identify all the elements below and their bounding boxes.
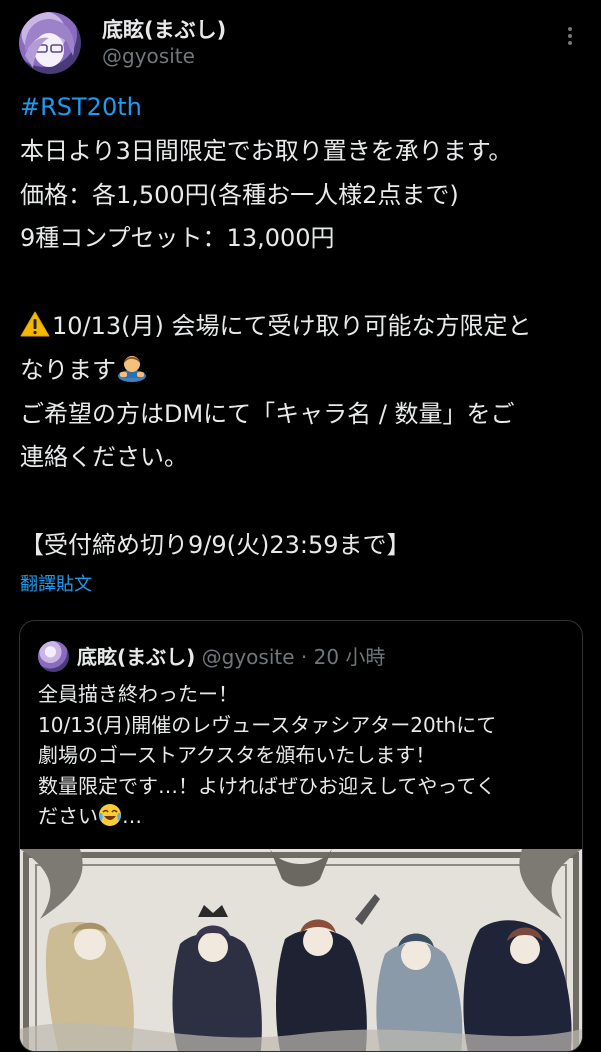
quoted-author-meta: @gyosite · 20 小時: [201, 645, 386, 669]
quoted-author-name[interactable]: 底眩(まぶし): [77, 645, 195, 669]
quoted-post-image[interactable]: [20, 849, 582, 1051]
quoted-line: 数量限定です…！よければぜひお迎えしてやってく: [38, 773, 496, 798]
quoted-post-text: 全員描き終わったー！ 10/13(月)開催のレヴュースタァシアター20thにて …: [38, 679, 568, 832]
post-line-text: 10/13(月) 会場にて受け取り可能な方限定と: [52, 311, 532, 340]
quoted-post[interactable]: 底眩(まぶし) @gyosite · 20 小時 全員描き終わったー！ 10/1…: [19, 620, 583, 1052]
post-text: #RST20th 本日より3日間限定でお取り置きを承ります。 価格：各1,500…: [20, 86, 590, 568]
post-line-warning: 10/13(月) 会場にて受け取り可能な方限定と: [20, 305, 590, 349]
quoted-line-text: …: [122, 804, 142, 828]
author-name[interactable]: 底眩(まぶし): [102, 14, 226, 44]
translate-post-link[interactable]: 翻譯貼文: [20, 570, 92, 596]
post-header: 底眩(まぶし) @gyosite: [0, 0, 601, 90]
post-line: 本日より3日間限定でお取り置きを承ります。: [20, 136, 513, 165]
post-line: ご希望の方はDMにて「キャラ名 / 数量」をご: [20, 399, 515, 428]
quoted-line: 劇場のゴーストアクスタを頒布いたします！: [38, 743, 436, 767]
tears-of-joy-emoji: [98, 803, 122, 836]
quoted-post-header: 底眩(まぶし) @gyosite · 20 小時: [77, 641, 385, 670]
author-handle[interactable]: @gyosite: [102, 44, 195, 68]
post-line: 連絡ください。: [20, 443, 188, 472]
quoted-line-emoji: ださい …: [38, 801, 568, 832]
hashtag-link[interactable]: #RST20th: [20, 93, 142, 121]
post-line: [20, 261, 590, 305]
post-line: 【受付締め切り9/9(火)23:59まで】: [20, 530, 411, 559]
post-line: 価格：各1,500円(各種お一人様2点まで): [20, 180, 459, 209]
post-line-emoji: なります: [20, 349, 590, 393]
post-line-text: なります: [20, 355, 116, 384]
quoted-line-text: ださい: [38, 804, 98, 828]
bowing-person-emoji: [116, 352, 148, 397]
warning-icon: [20, 308, 50, 352]
post-line: 9種コンプセット：13,000円: [20, 224, 335, 253]
quoted-line: 10/13(月)開催のレヴュースタァシアター20thにて: [38, 712, 497, 737]
quoted-line: 全員描き終わったー！: [38, 682, 238, 706]
more-options-icon[interactable]: [560, 24, 580, 48]
post-line: [20, 480, 590, 524]
quoted-author-avatar[interactable]: [38, 641, 69, 672]
author-avatar[interactable]: [19, 12, 81, 74]
